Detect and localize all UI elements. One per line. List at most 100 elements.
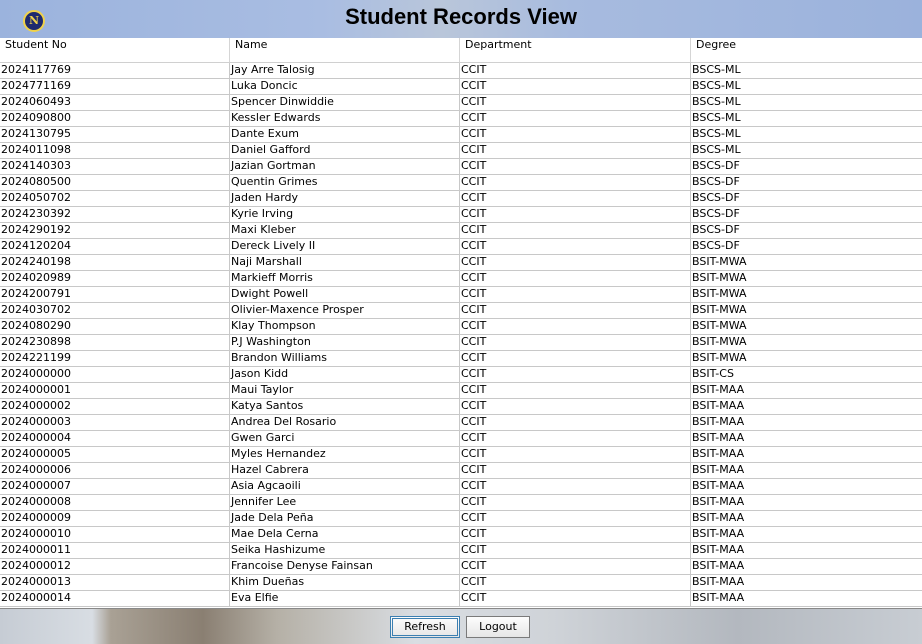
- cell-student-no[interactable]: 2024000000: [0, 367, 230, 382]
- cell-name[interactable]: Jay Arre Talosig: [230, 63, 460, 78]
- cell-name[interactable]: Jaden Hardy: [230, 191, 460, 206]
- cell-degree[interactable]: BSCS-ML: [691, 95, 922, 110]
- cell-degree[interactable]: BSCS-ML: [691, 143, 922, 158]
- cell-department[interactable]: CCIT: [460, 431, 691, 446]
- cell-student-no[interactable]: 2024200791: [0, 287, 230, 302]
- cell-student-no[interactable]: 2024117769: [0, 63, 230, 78]
- table-row[interactable]: 2024080290 Klay Thompson CCIT BSIT-MWA: [0, 319, 922, 335]
- cell-student-no[interactable]: 2024000005: [0, 447, 230, 462]
- cell-degree[interactable]: BSCS-DF: [691, 191, 922, 206]
- table-row[interactable]: 2024230392 Kyrie Irving CCIT BSCS-DF: [0, 207, 922, 223]
- cell-degree[interactable]: BSIT-MWA: [691, 303, 922, 318]
- cell-student-no[interactable]: 2024080290: [0, 319, 230, 334]
- cell-name[interactable]: Jade Dela Peña: [230, 511, 460, 526]
- cell-department[interactable]: CCIT: [460, 223, 691, 238]
- cell-degree[interactable]: BSCS-DF: [691, 159, 922, 174]
- cell-department[interactable]: CCIT: [460, 559, 691, 574]
- column-header-degree[interactable]: Degree: [691, 38, 922, 62]
- cell-degree[interactable]: BSIT-CS: [691, 367, 922, 382]
- cell-department[interactable]: CCIT: [460, 191, 691, 206]
- table-row[interactable]: 2024000009 Jade Dela Peña CCIT BSIT-MAA: [0, 511, 922, 527]
- table-row[interactable]: 2024120204 Dereck Lively II CCIT BSCS-DF: [0, 239, 922, 255]
- cell-name[interactable]: Mae Dela Cerna: [230, 527, 460, 542]
- cell-degree[interactable]: BSIT-MWA: [691, 271, 922, 286]
- cell-degree[interactable]: BSIT-MAA: [691, 383, 922, 398]
- column-header-student-no[interactable]: Student No: [0, 38, 230, 62]
- cell-degree[interactable]: BSIT-MWA: [691, 351, 922, 366]
- cell-name[interactable]: Jazian Gortman: [230, 159, 460, 174]
- cell-name[interactable]: Dante Exum: [230, 127, 460, 142]
- cell-name[interactable]: Andrea Del Rosario: [230, 415, 460, 430]
- cell-student-no[interactable]: 2024290192: [0, 223, 230, 238]
- cell-student-no[interactable]: 2024050702: [0, 191, 230, 206]
- table-row[interactable]: 2024771169 Luka Doncic CCIT BSCS-ML: [0, 79, 922, 95]
- cell-name[interactable]: Jason Kidd: [230, 367, 460, 382]
- cell-student-no[interactable]: 2024030702: [0, 303, 230, 318]
- cell-degree[interactable]: BSIT-MAA: [691, 479, 922, 494]
- cell-name[interactable]: Khim Dueñas: [230, 575, 460, 590]
- cell-department[interactable]: CCIT: [460, 463, 691, 478]
- column-header-name[interactable]: Name: [230, 38, 460, 62]
- table-row[interactable]: 2024290192 Maxi Kleber CCIT BSCS-DF: [0, 223, 922, 239]
- cell-degree[interactable]: BSIT-MWA: [691, 255, 922, 270]
- cell-name[interactable]: Olivier-Maxence Prosper: [230, 303, 460, 318]
- cell-student-no[interactable]: 2024230392: [0, 207, 230, 222]
- cell-department[interactable]: CCIT: [460, 63, 691, 78]
- cell-degree[interactable]: BSIT-MWA: [691, 319, 922, 334]
- table-row[interactable]: 2024117769 Jay Arre Talosig CCIT BSCS-ML: [0, 63, 922, 79]
- table-row[interactable]: 2024000007 Asia Agcaoili CCIT BSIT-MAA: [0, 479, 922, 495]
- cell-degree[interactable]: BSCS-DF: [691, 223, 922, 238]
- table-row[interactable]: 2024240198 Naji Marshall CCIT BSIT-MWA: [0, 255, 922, 271]
- cell-department[interactable]: CCIT: [460, 79, 691, 94]
- cell-name[interactable]: Myles Hernandez: [230, 447, 460, 462]
- cell-degree[interactable]: BSCS-ML: [691, 63, 922, 78]
- cell-student-no[interactable]: 2024000010: [0, 527, 230, 542]
- cell-department[interactable]: CCIT: [460, 207, 691, 222]
- cell-department[interactable]: CCIT: [460, 495, 691, 510]
- table-row[interactable]: 2024011098 Daniel Gafford CCIT BSCS-ML: [0, 143, 922, 159]
- cell-name[interactable]: Markieff Morris: [230, 271, 460, 286]
- cell-department[interactable]: CCIT: [460, 447, 691, 462]
- cell-department[interactable]: CCIT: [460, 239, 691, 254]
- cell-degree[interactable]: BSIT-MAA: [691, 591, 922, 606]
- cell-name[interactable]: Eva Elfie: [230, 591, 460, 606]
- cell-department[interactable]: CCIT: [460, 143, 691, 158]
- cell-name[interactable]: Dwight Powell: [230, 287, 460, 302]
- cell-student-no[interactable]: 2024000001: [0, 383, 230, 398]
- cell-department[interactable]: CCIT: [460, 127, 691, 142]
- cell-student-no[interactable]: 2024771169: [0, 79, 230, 94]
- table-row[interactable]: 2024000013 Khim Dueñas CCIT BSIT-MAA: [0, 575, 922, 591]
- cell-department[interactable]: CCIT: [460, 575, 691, 590]
- cell-student-no[interactable]: 2024230898: [0, 335, 230, 350]
- cell-name[interactable]: Klay Thompson: [230, 319, 460, 334]
- cell-name[interactable]: Luka Doncic: [230, 79, 460, 94]
- cell-degree[interactable]: BSIT-MAA: [691, 431, 922, 446]
- cell-student-no[interactable]: 2024000007: [0, 479, 230, 494]
- cell-name[interactable]: Gwen Garci: [230, 431, 460, 446]
- cell-student-no[interactable]: 2024000002: [0, 399, 230, 414]
- cell-name[interactable]: Brandon Williams: [230, 351, 460, 366]
- table-row[interactable]: 2024140303 Jazian Gortman CCIT BSCS-DF: [0, 159, 922, 175]
- cell-student-no[interactable]: 2024000011: [0, 543, 230, 558]
- cell-degree[interactable]: BSCS-DF: [691, 207, 922, 222]
- cell-name[interactable]: Francoise Denyse Fainsan: [230, 559, 460, 574]
- cell-student-no[interactable]: 2024090800: [0, 111, 230, 126]
- cell-student-no[interactable]: 2024221199: [0, 351, 230, 366]
- cell-degree[interactable]: BSCS-DF: [691, 239, 922, 254]
- cell-degree[interactable]: BSIT-MAA: [691, 495, 922, 510]
- cell-name[interactable]: Asia Agcaoili: [230, 479, 460, 494]
- cell-degree[interactable]: BSCS-DF: [691, 175, 922, 190]
- cell-department[interactable]: CCIT: [460, 591, 691, 606]
- cell-department[interactable]: CCIT: [460, 543, 691, 558]
- cell-degree[interactable]: BSIT-MAA: [691, 399, 922, 414]
- cell-degree[interactable]: BSIT-MAA: [691, 559, 922, 574]
- cell-department[interactable]: CCIT: [460, 335, 691, 350]
- cell-student-no[interactable]: 2024000012: [0, 559, 230, 574]
- table-row[interactable]: 2024200791 Dwight Powell CCIT BSIT-MWA: [0, 287, 922, 303]
- logout-button[interactable]: Logout: [466, 616, 530, 638]
- cell-degree[interactable]: BSIT-MAA: [691, 575, 922, 590]
- table-row[interactable]: 2024221199 Brandon Williams CCIT BSIT-MWA: [0, 351, 922, 367]
- cell-student-no[interactable]: 2024000013: [0, 575, 230, 590]
- cell-name[interactable]: Daniel Gafford: [230, 143, 460, 158]
- table-row[interactable]: 2024000011 Seika Hashizume CCIT BSIT-MAA: [0, 543, 922, 559]
